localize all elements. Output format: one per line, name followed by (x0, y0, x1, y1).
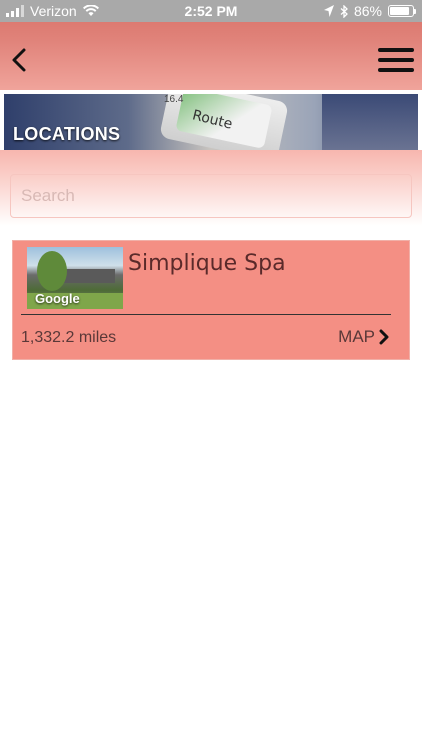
search-area (0, 150, 422, 226)
map-button[interactable]: MAP (338, 327, 389, 347)
banner-right-image (322, 94, 418, 150)
bluetooth-icon (340, 4, 348, 18)
hamburger-menu-icon (378, 68, 414, 72)
location-distance: 1,332.2 miles (21, 329, 117, 346)
hamburger-menu-button[interactable] (378, 48, 414, 78)
map-label: MAP (338, 327, 375, 346)
hamburger-menu-icon (378, 58, 414, 62)
status-right: 86% (323, 3, 416, 19)
location-thumbnail: Google (27, 247, 123, 309)
google-watermark: Google (35, 291, 80, 306)
battery-icon (388, 5, 416, 17)
back-button[interactable] (8, 44, 34, 76)
status-bar: Verizon 2:52 PM 86% (0, 0, 422, 22)
battery-percent: 86% (353, 3, 382, 19)
chevron-left-icon (12, 48, 26, 72)
location-name: Simplique Spa (128, 251, 286, 276)
page-title: LOCATIONS (13, 124, 121, 144)
banner-map-number: 16.4 (164, 94, 184, 105)
location-arrow-icon (323, 5, 334, 17)
chevron-right-icon (379, 329, 389, 345)
search-input[interactable] (10, 174, 412, 218)
thumbnail-tree (37, 251, 67, 291)
card-divider (21, 314, 391, 315)
locations-banner: 16.4 Route LOCATIONS (4, 94, 418, 150)
hamburger-menu-icon (378, 48, 414, 52)
header-bar: Verizon 2:52 PM 86% (0, 0, 422, 90)
location-card[interactable]: Google Simplique Spa 1,332.2 miles MAP (12, 240, 410, 360)
